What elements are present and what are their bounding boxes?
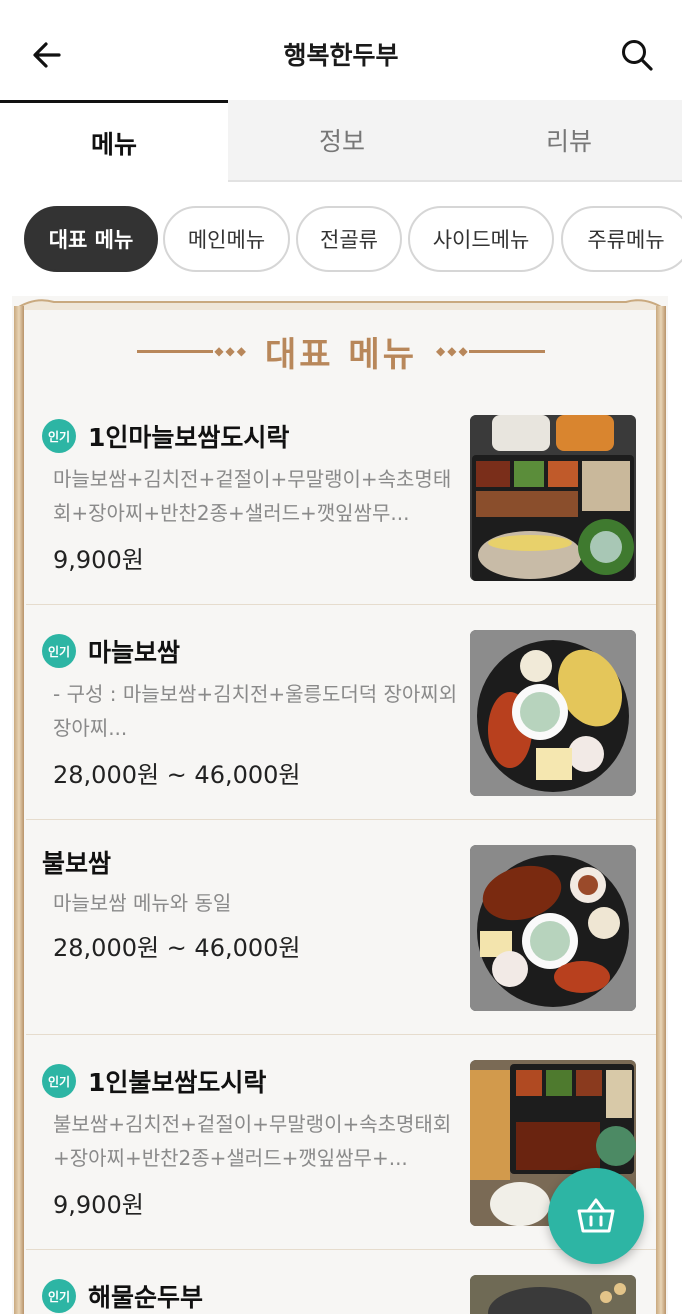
category-chips: 대표 메뉴 메인메뉴 전골류 사이드메뉴 주류메뉴 xyxy=(0,182,682,296)
item-photo xyxy=(470,1275,636,1314)
menu-item[interactable]: 인기 1인마늘보쌈도시락 마늘보쌈+김치전+겉절이+무말랭이+속초명태회+장아찌… xyxy=(26,390,656,605)
item-price: 9,900원 xyxy=(53,1191,144,1219)
section-header: ◆ ◆ ◆ 대표 메뉴 ◆ ◆ ◆ xyxy=(0,326,682,376)
menu-item[interactable]: 인기 마늘보쌈 - 구성 : 마늘보쌈+김치전+울릉도더덕 장아찌외 장아찌..… xyxy=(26,605,656,820)
item-name: 1인마늘보쌈도시락 xyxy=(88,423,290,452)
tab-reviews[interactable]: 리뷰 xyxy=(456,100,682,180)
item-photo xyxy=(470,845,636,1011)
item-name: 해물순두부 xyxy=(88,1283,204,1312)
board-top-frame xyxy=(14,299,666,310)
search-button[interactable] xyxy=(616,34,658,76)
item-photo xyxy=(470,630,636,796)
item-name: 불보쌈 xyxy=(42,849,112,878)
menu-item[interactable]: 인기 해물순두부 xyxy=(26,1250,656,1314)
menu-item[interactable]: 불보쌈 마늘보쌈 메뉴와 동일 28,000원 ~ 46,000원 xyxy=(26,820,656,1035)
board-rail-right xyxy=(656,306,666,1314)
search-icon xyxy=(622,40,653,71)
tab-bar: 메뉴 정보 리뷰 xyxy=(0,100,682,182)
item-description: 불보쌈+김치전+겉절이+무말랭이+속초명태회+장아찌+반찬2종+샐러드+깻잎쌈무… xyxy=(53,1112,452,1170)
popular-badge: 인기 xyxy=(42,1064,76,1098)
page-title: 행복한두부 xyxy=(283,41,399,70)
basket-icon xyxy=(577,1198,615,1233)
ornament-left: ◆ ◆ ◆ xyxy=(137,344,247,358)
item-description: - 구성 : 마늘보쌈+김치전+울릉도더덕 장아찌외 장아찌... xyxy=(53,682,458,740)
popular-badge: 인기 xyxy=(42,1279,76,1313)
ornament-right: ◆ ◆ ◆ xyxy=(435,344,545,358)
item-description: 마늘보쌈 메뉴와 동일 xyxy=(53,891,232,915)
chip-hotpot[interactable]: 전골류 xyxy=(296,206,402,272)
board-rail-left xyxy=(14,306,24,1314)
chip-drinks-menu[interactable]: 주류메뉴 xyxy=(561,206,682,272)
app-header: 행복한두부 xyxy=(0,0,682,100)
item-price: 28,000원 ~ 46,000원 xyxy=(53,934,301,962)
popular-badge: 인기 xyxy=(42,634,76,668)
tab-menu[interactable]: 메뉴 xyxy=(0,100,228,182)
item-name: 1인불보쌈도시락 xyxy=(88,1068,267,1097)
item-price: 28,000원 ~ 46,000원 xyxy=(53,761,301,789)
tab-info[interactable]: 정보 xyxy=(228,100,456,180)
section-title: 대표 메뉴 xyxy=(265,334,417,375)
popular-badge: 인기 xyxy=(42,419,76,453)
chip-side-menu[interactable]: 사이드메뉴 xyxy=(408,206,554,272)
cart-button[interactable] xyxy=(548,1168,644,1264)
item-photo xyxy=(470,415,636,581)
chip-signature-menu[interactable]: 대표 메뉴 xyxy=(24,206,158,272)
item-description: 마늘보쌈+김치전+겉절이+무말랭이+속초명태회+장아찌+반찬2종+샐러드+깻잎쌈… xyxy=(53,467,452,525)
item-price: 9,900원 xyxy=(53,546,144,574)
item-name: 마늘보쌈 xyxy=(88,638,181,667)
chip-main-menu[interactable]: 메인메뉴 xyxy=(163,206,290,272)
